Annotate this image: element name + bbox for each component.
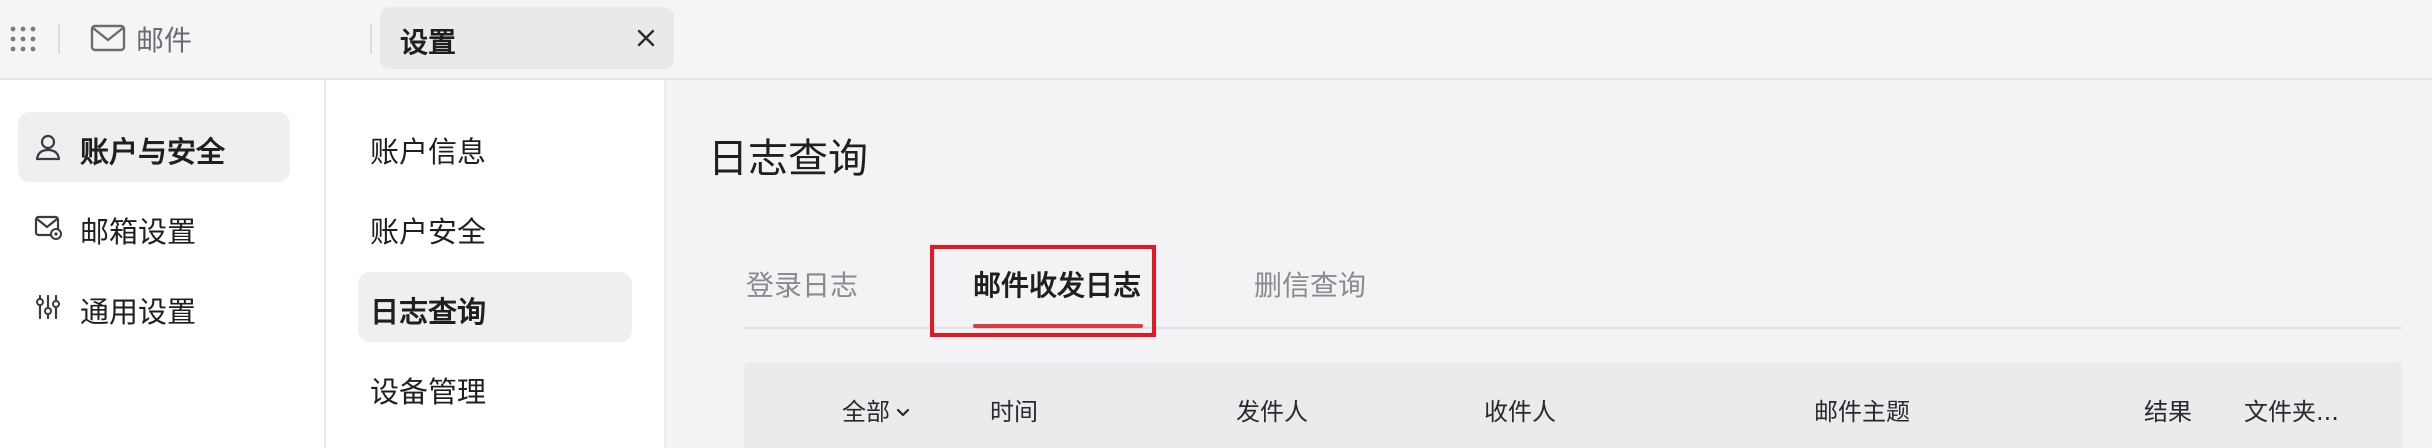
sub-nav: 账户信息 账户安全 日志查询 设备管理 — [326, 80, 666, 448]
column-header-result: 结果 — [2144, 398, 2192, 426]
tab-settings[interactable]: 设置 — [380, 7, 674, 69]
tab-settings-label: 设置 — [400, 26, 457, 59]
table-header: 全部 时间 发件人 收件人 邮件主题 结果 文件夹... — [744, 362, 2402, 448]
sub-nav-item-device-management[interactable]: 设备管理 — [358, 352, 632, 422]
mailbox-settings-icon — [34, 215, 62, 240]
sub-nav-item-log-query[interactable]: 日志查询 — [358, 272, 632, 342]
main-content: 日志查询 登录日志 邮件收发日志 删信查询 全部 时间 发件人 收件人 邮件主题… — [666, 80, 2432, 448]
page-title: 日志查询 — [708, 136, 868, 182]
column-header-sender: 发件人 — [1236, 398, 1308, 426]
column-header-recipient: 收件人 — [1484, 398, 1556, 426]
sub-nav-item-label: 账户信息 — [370, 135, 487, 169]
chevron-down-icon — [896, 408, 910, 417]
column-filter-dropdown[interactable]: 全部 — [842, 392, 910, 427]
column-header-folder: 文件夹... — [2244, 398, 2339, 426]
nav-item-general-settings[interactable]: 通用设置 — [18, 272, 290, 342]
divider — [370, 24, 372, 54]
divider — [58, 24, 60, 54]
column-header-time: 时间 — [990, 398, 1038, 426]
sub-nav-item-account-info[interactable]: 账户信息 — [358, 112, 632, 182]
sub-nav-item-account-security[interactable]: 账户安全 — [358, 192, 632, 262]
nav-item-label: 通用设置 — [80, 295, 197, 329]
nav-item-label: 邮箱设置 — [80, 215, 197, 249]
mail-icon[interactable] — [90, 24, 126, 52]
top-bar: 邮件 设置 — [0, 0, 2432, 80]
nav-item-account-security[interactable]: 账户与安全 — [18, 112, 290, 182]
column-filter-label: 全部 — [842, 398, 890, 426]
nav-item-label: 账户与安全 — [80, 135, 226, 169]
tab-login-log[interactable]: 登录日志 — [746, 264, 858, 304]
user-icon — [35, 134, 61, 161]
sub-nav-item-label: 账户安全 — [370, 215, 487, 249]
sliders-icon — [36, 294, 60, 320]
sub-nav-item-label: 设备管理 — [370, 375, 487, 409]
close-icon[interactable] — [634, 26, 658, 50]
nav-item-mailbox-settings[interactable]: 邮箱设置 — [18, 192, 290, 262]
app-label-mail[interactable]: 邮件 — [136, 19, 192, 59]
sub-nav-item-label: 日志查询 — [370, 295, 487, 329]
apps-grid-icon[interactable] — [8, 24, 38, 54]
tab-deleted-mail-query[interactable]: 删信查询 — [1254, 264, 1366, 304]
column-header-subject: 邮件主题 — [1814, 398, 1910, 426]
left-nav: 账户与安全 邮箱设置 通用设置 — [0, 80, 326, 448]
highlight-box — [930, 245, 1156, 337]
